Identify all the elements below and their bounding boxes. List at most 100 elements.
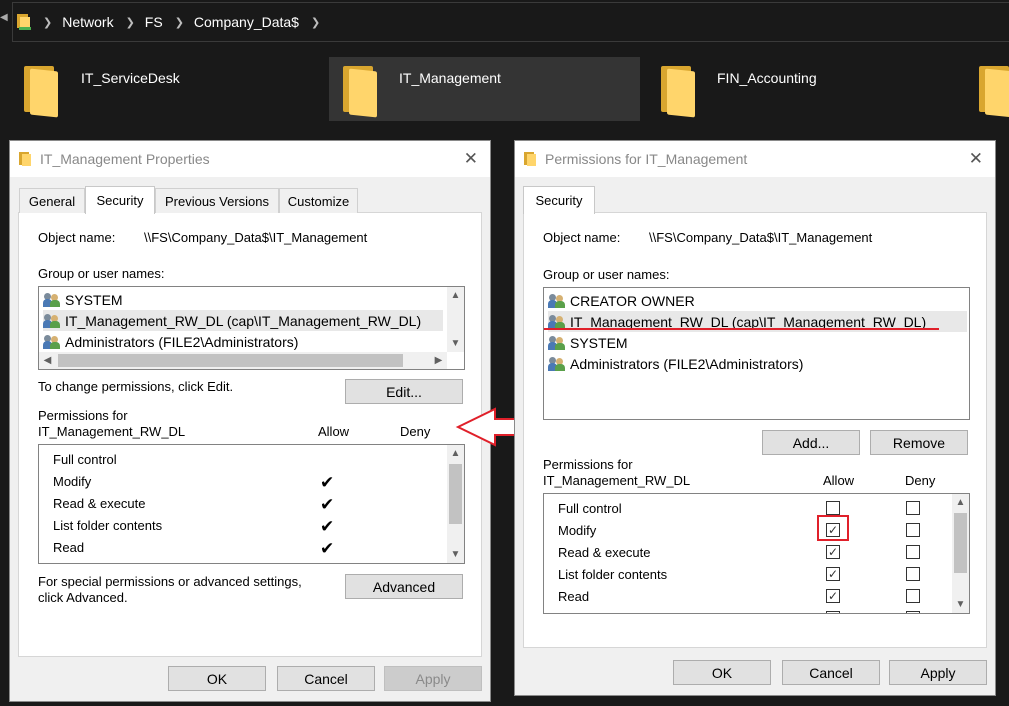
perm-row-read: Read <box>558 588 590 604</box>
list-item[interactable]: SYSTEM <box>548 332 967 353</box>
folder-item-it-management[interactable]: IT_Management <box>329 57 640 121</box>
folder-icon <box>979 66 1009 118</box>
address-bar[interactable]: ❯ Network ❯ FS ❯ Company_Data$ ❯ <box>12 2 1009 42</box>
user-list[interactable]: SYSTEM IT_Management_RW_DL (cap\IT_Manag… <box>38 286 465 370</box>
folder-icon <box>661 66 697 118</box>
scroll-down-icon[interactable]: ▼ <box>447 335 464 352</box>
ok-button[interactable]: OK <box>168 666 266 691</box>
advanced-button[interactable]: Advanced <box>345 574 463 599</box>
permissions-for-label: Permissions for <box>543 457 633 472</box>
deny-checkbox-modify[interactable] <box>906 523 920 537</box>
ok-button[interactable]: OK <box>673 660 771 685</box>
allow-checkbox-list-folder[interactable]: ✓ <box>826 567 840 581</box>
allow-checkbox-full-control[interactable] <box>826 501 840 515</box>
change-permissions-text: To change permissions, click Edit. <box>38 379 234 394</box>
apply-button[interactable]: Apply <box>889 660 987 685</box>
list-item-selected[interactable]: IT_Management_RW_DL (cap\IT_Management_R… <box>43 310 443 331</box>
permissions-list[interactable]: Full control Modify Read & execute List … <box>543 493 970 614</box>
folder-name: FIN_Accounting <box>717 70 817 86</box>
folder-icon <box>24 66 60 118</box>
scroll-up-icon[interactable]: ▲ <box>952 494 969 511</box>
allow-checkbox-read-execute[interactable]: ✓ <box>826 545 840 559</box>
tab-security[interactable]: Security <box>85 186 155 214</box>
dialog-title: IT_Management Properties <box>40 151 210 167</box>
allow-checkbox-write[interactable] <box>826 611 840 613</box>
close-icon[interactable]: ✕ <box>969 149 983 169</box>
object-name-label: Object name: <box>38 230 116 245</box>
chevron-right-icon: ❯ <box>174 16 184 29</box>
deny-checkbox-read-execute[interactable] <box>906 545 920 559</box>
deny-checkbox-full-control[interactable] <box>906 501 920 515</box>
permissions-vscrollbar[interactable]: ▲ ▼ <box>447 445 464 563</box>
deny-checkbox-list-folder[interactable] <box>906 567 920 581</box>
user-group-icon <box>548 314 566 329</box>
permissions-vscrollbar[interactable]: ▲ ▼ <box>952 494 969 613</box>
list-item[interactable]: Administrators (FILE2\Administrators) <box>43 331 443 352</box>
permissions-for-label: Permissions for <box>38 408 128 423</box>
scroll-left-icon[interactable]: ◀ <box>39 352 56 369</box>
close-icon[interactable]: ✕ <box>464 149 478 169</box>
user-group-icon <box>43 313 61 328</box>
network-folder-icon <box>17 14 31 30</box>
perm-row-read-execute: Read & execute <box>558 544 651 560</box>
scroll-thumb[interactable] <box>58 354 403 367</box>
list-item[interactable]: CREATOR OWNER <box>548 290 967 311</box>
tab-previous-versions[interactable]: Previous Versions <box>155 188 279 213</box>
cancel-button[interactable]: Cancel <box>277 666 375 691</box>
scroll-right-icon[interactable]: ▶ <box>430 352 447 369</box>
apply-button[interactable]: Apply <box>384 666 482 691</box>
scroll-thumb[interactable] <box>954 513 967 573</box>
folder-item-fin-accounting[interactable]: FIN_Accounting <box>649 57 959 121</box>
folder-item-partial[interactable] <box>977 57 1009 121</box>
tab-general[interactable]: General <box>19 188 85 213</box>
security-tab-page: Object name: \\FS\Company_Data$\IT_Manag… <box>523 212 987 648</box>
perm-row-list-folder: List folder contents <box>558 566 668 582</box>
check-icon: ✔ <box>320 473 335 492</box>
user-list-hscrollbar[interactable]: ◀ ▶ <box>39 352 447 369</box>
allow-checkbox-read[interactable]: ✓ <box>826 589 840 603</box>
chevron-right-icon[interactable]: ❯ <box>311 16 320 29</box>
scroll-up-icon[interactable]: ▲ <box>447 287 464 304</box>
perm-row-read: Read <box>53 539 85 555</box>
perm-row-full-control: Full control <box>558 500 622 516</box>
security-tab-page: Object name: \\FS\Company_Data$\IT_Manag… <box>18 212 482 657</box>
add-button[interactable]: Add... <box>762 430 860 455</box>
tab-security[interactable]: Security <box>523 186 595 214</box>
perm-row-list-folder: List folder contents <box>53 517 163 533</box>
folder-name: IT_ServiceDesk <box>81 70 180 86</box>
nav-back-caret[interactable]: ◀ <box>0 12 8 23</box>
breadcrumb-company-data[interactable]: Company_Data$ <box>194 14 299 30</box>
user-list[interactable]: CREATOR OWNER IT_Management_RW_DL (cap\I… <box>543 287 970 420</box>
folder-icon <box>343 66 379 118</box>
permissions-titlebar[interactable]: Permissions for IT_Management ✕ <box>515 141 995 177</box>
properties-titlebar[interactable]: IT_Management Properties ✕ <box>10 141 490 177</box>
deny-checkbox-write[interactable] <box>906 611 920 613</box>
user-group-icon <box>43 334 61 349</box>
user-list-vscrollbar[interactable]: ▲ ▼ <box>447 287 464 352</box>
cancel-button[interactable]: Cancel <box>782 660 880 685</box>
remove-button[interactable]: Remove <box>870 430 968 455</box>
folder-item-it-servicedesk[interactable]: IT_ServiceDesk <box>12 57 312 121</box>
list-item[interactable]: Administrators (FILE2\Administrators) <box>548 353 967 374</box>
dialog-title: Permissions for IT_Management <box>545 151 748 167</box>
permissions-dialog: Permissions for IT_Management ✕ Object n… <box>514 140 996 696</box>
breadcrumb-fs[interactable]: FS <box>145 14 163 30</box>
perm-row-write: W <box>53 558 65 564</box>
breadcrumb-network[interactable]: Network <box>62 14 113 30</box>
tab-customize[interactable]: Customize <box>279 188 358 213</box>
scroll-thumb[interactable] <box>449 464 462 524</box>
scroll-down-icon[interactable]: ▼ <box>952 596 969 613</box>
deny-header: Deny <box>400 424 431 439</box>
list-item[interactable]: SYSTEM <box>43 289 443 310</box>
perm-row-modify: Modify <box>558 522 597 538</box>
chevron-right-icon: ❯ <box>43 16 53 29</box>
edit-button[interactable]: Edit... <box>345 379 463 404</box>
group-label: Group or user names: <box>543 267 670 282</box>
deny-checkbox-read[interactable] <box>906 589 920 603</box>
permissions-list[interactable]: Full control Modify Read & execute List … <box>38 444 465 564</box>
scroll-down-icon[interactable]: ▼ <box>447 546 464 563</box>
highlight-box <box>817 515 849 541</box>
properties-dialog: IT_Management Properties ✕ Object name: … <box>9 140 491 702</box>
object-name-label: Object name: <box>543 230 621 245</box>
perm-row-write: W <box>558 607 570 614</box>
